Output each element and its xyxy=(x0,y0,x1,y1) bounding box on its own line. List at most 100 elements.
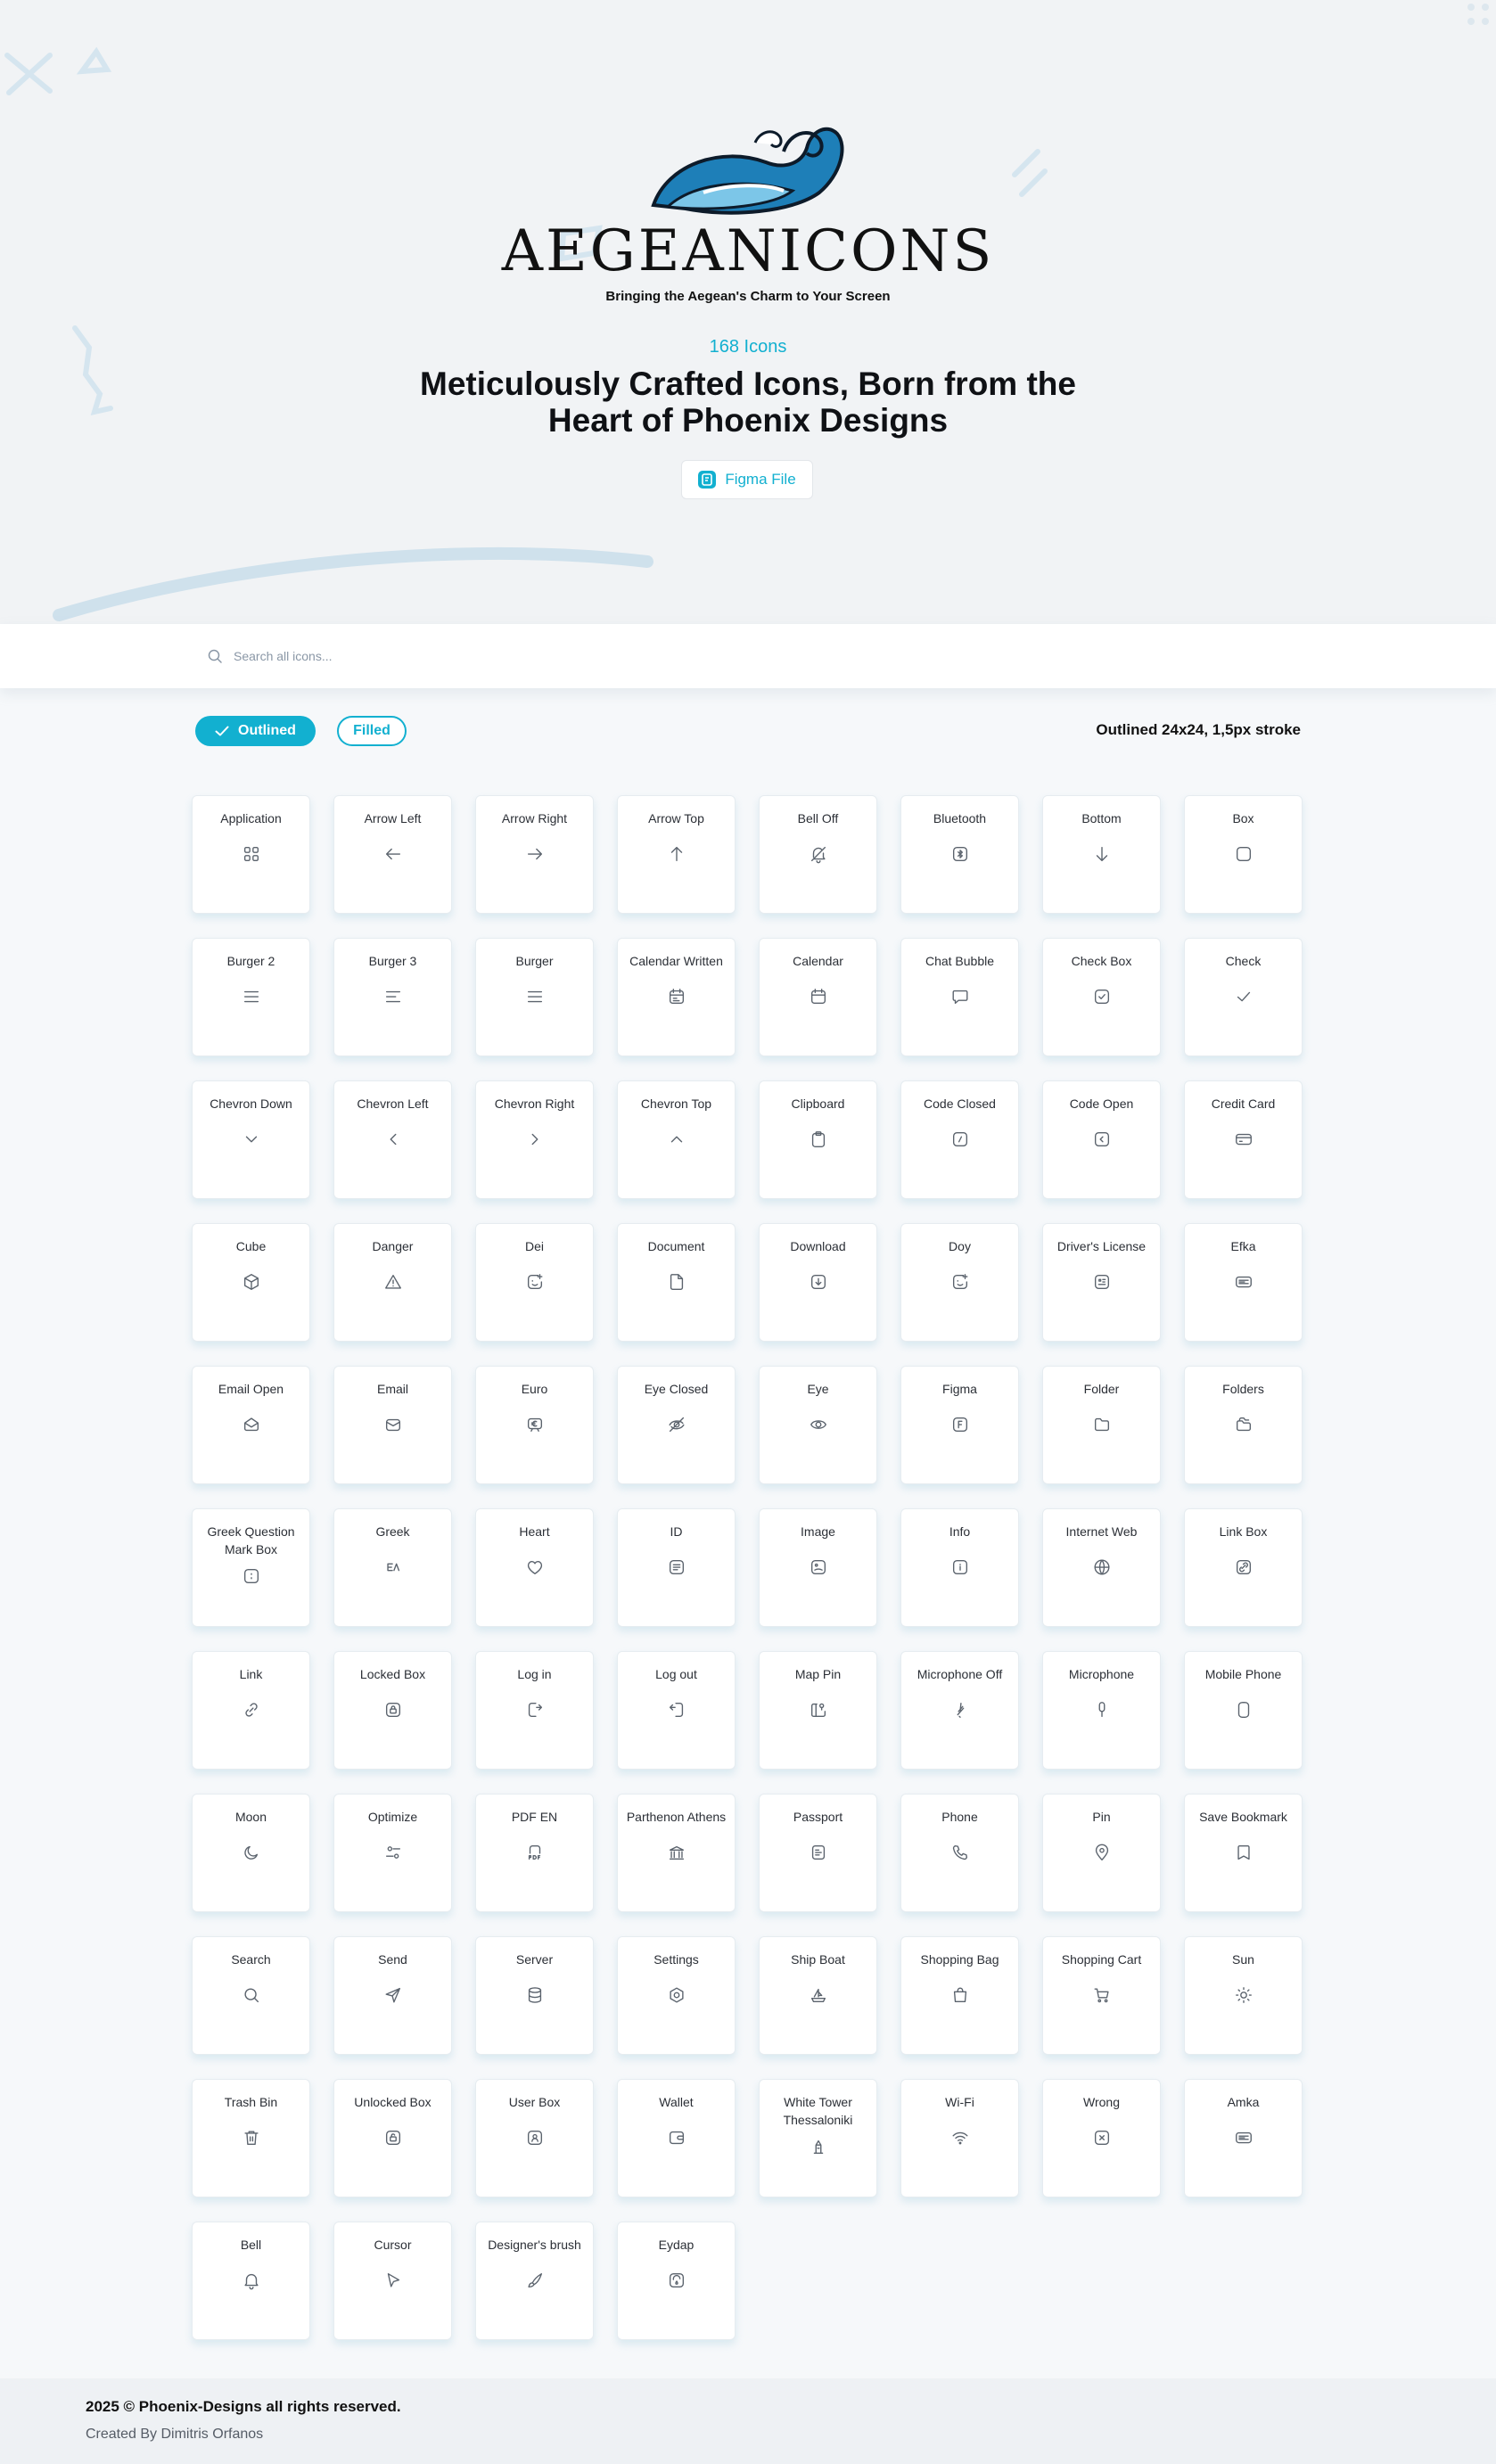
icon-card-doy[interactable]: Doy xyxy=(900,1223,1019,1342)
icon-card-log-in[interactable]: Log in xyxy=(475,1651,594,1770)
icon-card-calendar[interactable]: Calendar xyxy=(759,938,877,1056)
icon-card-danger[interactable]: Danger xyxy=(333,1223,452,1342)
icon-card-optimize[interactable]: Optimize xyxy=(333,1794,452,1912)
icon-card-label: Clipboard xyxy=(791,1096,845,1111)
icon-card-wi-fi[interactable]: Wi-Fi xyxy=(900,2079,1019,2197)
icon-card-burger-3[interactable]: Burger 3 xyxy=(333,938,452,1056)
icon-card-unlocked-box[interactable]: Unlocked Box xyxy=(333,2079,452,2197)
icon-card-mobile-phone[interactable]: Mobile Phone xyxy=(1184,1651,1303,1770)
icon-card-image[interactable]: Image xyxy=(759,1508,877,1627)
icon-card-check-box[interactable]: Check Box xyxy=(1042,938,1161,1056)
icon-card-shopping-cart[interactable]: Shopping Cart xyxy=(1042,1936,1161,2055)
icon-card-moon[interactable]: Moon xyxy=(192,1794,310,1912)
icon-card-dei[interactable]: Dei xyxy=(475,1223,594,1342)
icon-card-greek-question-mark-box[interactable]: Greek Question Mark Box xyxy=(192,1508,310,1627)
icon-card-wallet[interactable]: Wallet xyxy=(617,2079,736,2197)
icon-card-id[interactable]: ID xyxy=(617,1508,736,1627)
icon-card-bottom[interactable]: Bottom xyxy=(1042,795,1161,914)
icon-card-burger-2[interactable]: Burger 2 xyxy=(192,938,310,1056)
icon-card-shopping-bag[interactable]: Shopping Bag xyxy=(900,1936,1019,2055)
euro-icon xyxy=(527,1417,543,1433)
document-icon xyxy=(670,1274,684,1290)
icon-card-chevron-down[interactable]: Chevron Down xyxy=(192,1080,310,1199)
icon-card-eydap[interactable]: Eydap xyxy=(617,2222,736,2340)
icon-card-search[interactable]: Search xyxy=(192,1936,310,2055)
icon-card-label: Document xyxy=(647,1239,705,1253)
icon-card-save-bookmark[interactable]: Save Bookmark xyxy=(1184,1794,1303,1912)
icon-card-folder[interactable]: Folder xyxy=(1042,1366,1161,1484)
icon-card-log-out[interactable]: Log out xyxy=(617,1651,736,1770)
icon-card-eye[interactable]: Eye xyxy=(759,1366,877,1484)
icon-card-arrow-top[interactable]: Arrow Top xyxy=(617,795,736,914)
icon-card-settings[interactable]: Settings xyxy=(617,1936,736,2055)
icon-card-download[interactable]: Download xyxy=(759,1223,877,1342)
icon-card-email-open[interactable]: Email Open xyxy=(192,1366,310,1484)
icon-card-label: Wi-Fi xyxy=(945,2095,974,2109)
icon-card-calendar-written[interactable]: Calendar Written xyxy=(617,938,736,1056)
icon-card-code-closed[interactable]: Code Closed xyxy=(900,1080,1019,1199)
trash-icon xyxy=(244,2131,259,2146)
icon-card-arrow-left[interactable]: Arrow Left xyxy=(333,795,452,914)
icon-card-code-open[interactable]: Code Open xyxy=(1042,1080,1161,1199)
icon-card-bell[interactable]: Bell xyxy=(192,2222,310,2340)
icon-card-server[interactable]: Server xyxy=(475,1936,594,2055)
icon-card-label: Efka xyxy=(1230,1239,1256,1253)
icon-card-box[interactable]: Box xyxy=(1184,795,1303,914)
icon-card-microphone-off[interactable]: Microphone Off xyxy=(900,1651,1019,1770)
icon-card-arrow-right[interactable]: Arrow Right xyxy=(475,795,594,914)
icon-card-bluetooth[interactable]: Bluetooth xyxy=(900,795,1019,914)
icon-card-euro[interactable]: Euro xyxy=(475,1366,594,1484)
icon-card-phone[interactable]: Phone xyxy=(900,1794,1019,1912)
icon-card-link-box[interactable]: Link Box xyxy=(1184,1508,1303,1627)
icon-card-chat-bubble[interactable]: Chat Bubble xyxy=(900,938,1019,1056)
icon-card-label: Download xyxy=(790,1239,846,1253)
icon-card-designer-s-brush[interactable]: Designer's brush xyxy=(475,2222,594,2340)
icon-card-wrong[interactable]: Wrong xyxy=(1042,2079,1161,2197)
icon-card-trash-bin[interactable]: Trash Bin xyxy=(192,2079,310,2197)
icon-card-cursor[interactable]: Cursor xyxy=(333,2222,452,2340)
icon-card-parthenon-athens[interactable]: Parthenon Athens xyxy=(617,1794,736,1912)
icon-card-email[interactable]: Email xyxy=(333,1366,452,1484)
icon-card-figma[interactable]: Figma xyxy=(900,1366,1019,1484)
icon-card-efka[interactable]: Efka xyxy=(1184,1223,1303,1342)
icon-card-pdf-en[interactable]: PDF EN xyxy=(475,1794,594,1912)
icon-card-greek[interactable]: Greek xyxy=(333,1508,452,1627)
footer xyxy=(0,2378,1496,2464)
icon-card-label: Log in xyxy=(517,1667,552,1681)
icon-card-driver-s-license[interactable]: Driver's License xyxy=(1042,1223,1161,1342)
icon-card-amka[interactable]: Amka xyxy=(1184,2079,1303,2197)
icon-card-info[interactable]: Info xyxy=(900,1508,1019,1627)
icon-card-chevron-left[interactable]: Chevron Left xyxy=(333,1080,452,1199)
icon-card-map-pin[interactable]: Map Pin xyxy=(759,1651,877,1770)
icon-card-send[interactable]: Send xyxy=(333,1936,452,2055)
icon-card-internet-web[interactable]: Internet Web xyxy=(1042,1508,1161,1627)
icon-card-application[interactable]: Application xyxy=(192,795,310,914)
icon-card-label: User Box xyxy=(508,2095,561,2109)
icon-card-burger[interactable]: Burger xyxy=(475,938,594,1056)
icon-card-chevron-top[interactable]: Chevron Top xyxy=(617,1080,736,1199)
icon-card-locked-box[interactable]: Locked Box xyxy=(333,1651,452,1770)
bell-off-icon xyxy=(810,846,826,864)
icon-card-chevron-right[interactable]: Chevron Right xyxy=(475,1080,594,1199)
icon-card-microphone[interactable]: Microphone xyxy=(1042,1651,1161,1770)
icon-card-cube[interactable]: Cube xyxy=(192,1223,310,1342)
locked-box-icon xyxy=(385,1702,401,1718)
icon-card-ship-boat[interactable]: Ship Boat xyxy=(759,1936,877,2055)
icon-card-sun[interactable]: Sun xyxy=(1184,1936,1303,2055)
icon-card-folders[interactable]: Folders xyxy=(1184,1366,1303,1484)
icon-card-white-tower-thessaloniki[interactable]: White Tower Thessaloniki xyxy=(759,2079,877,2197)
icon-card-credit-card[interactable]: Credit Card xyxy=(1184,1080,1303,1199)
log-in-icon xyxy=(528,1702,543,1718)
icon-card-bell-off[interactable]: Bell Off xyxy=(759,795,877,914)
icon-card-eye-closed[interactable]: Eye Closed xyxy=(617,1366,736,1484)
code-open-icon xyxy=(1094,1131,1110,1147)
icon-card-user-box[interactable]: User Box xyxy=(475,2079,594,2197)
icon-card-link[interactable]: Link xyxy=(192,1651,310,1770)
icon-card-check[interactable]: Check xyxy=(1184,938,1303,1056)
icon-card-passport[interactable]: Passport xyxy=(759,1794,877,1912)
icon-card-clipboard[interactable]: Clipboard xyxy=(759,1080,877,1199)
icon-card-pin[interactable]: Pin xyxy=(1042,1794,1161,1912)
icon-card-label: Folders xyxy=(1222,1382,1264,1396)
icon-card-document[interactable]: Document xyxy=(617,1223,736,1342)
icon-card-heart[interactable]: Heart xyxy=(475,1508,594,1627)
